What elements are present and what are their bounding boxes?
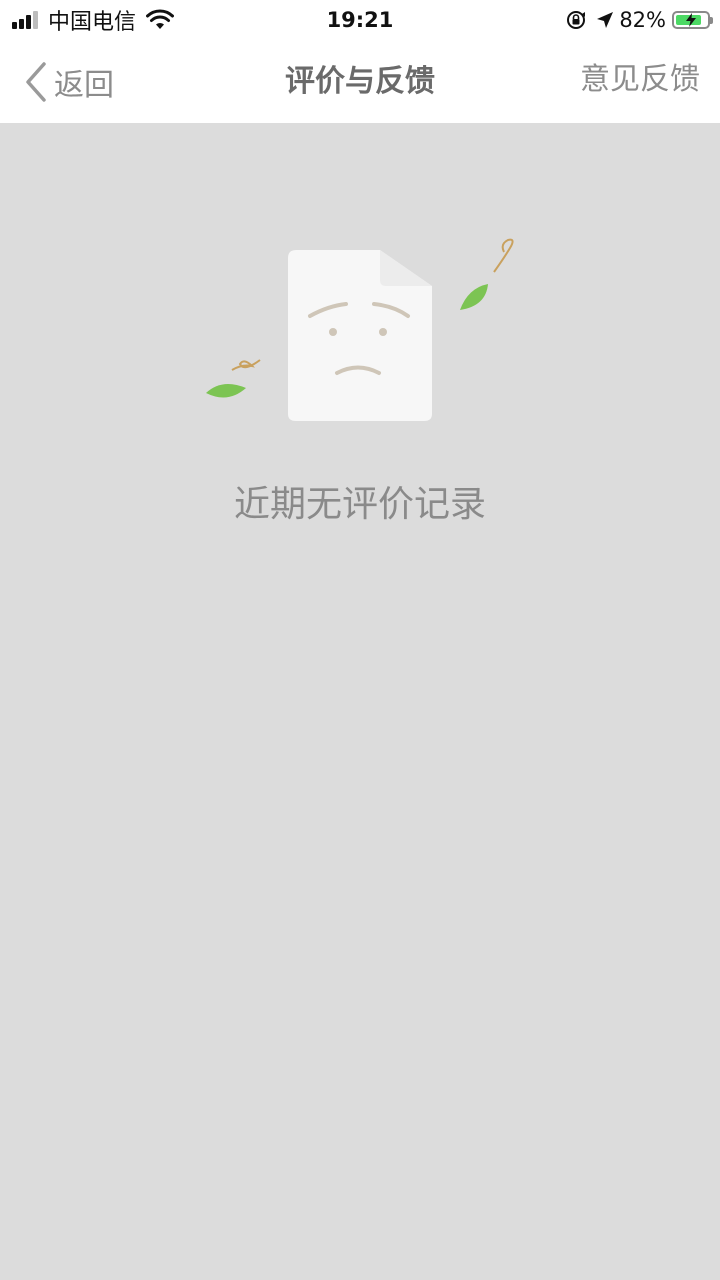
location-icon	[597, 12, 614, 28]
charging-bolt-icon	[686, 13, 696, 27]
back-button[interactable]: 返回	[24, 40, 114, 123]
status-right: 82%	[565, 0, 713, 40]
main-content: 近期无评价记录	[0, 123, 720, 1280]
sad-document-icon	[206, 238, 514, 421]
feedback-button[interactable]: 意见反馈	[580, 40, 700, 123]
back-label: 返回	[54, 67, 114, 103]
battery-percent: 82%	[619, 8, 666, 32]
empty-message: 近期无评价记录	[233, 484, 486, 525]
battery-charging-icon	[672, 11, 713, 29]
rotation-lock-icon	[567, 11, 586, 29]
chevron-left-icon	[26, 61, 46, 102]
status-bar: 中国电信 19:21 82%	[0, 0, 720, 40]
navigation-bar: 返回 评价与反馈 意见反馈	[0, 40, 720, 123]
